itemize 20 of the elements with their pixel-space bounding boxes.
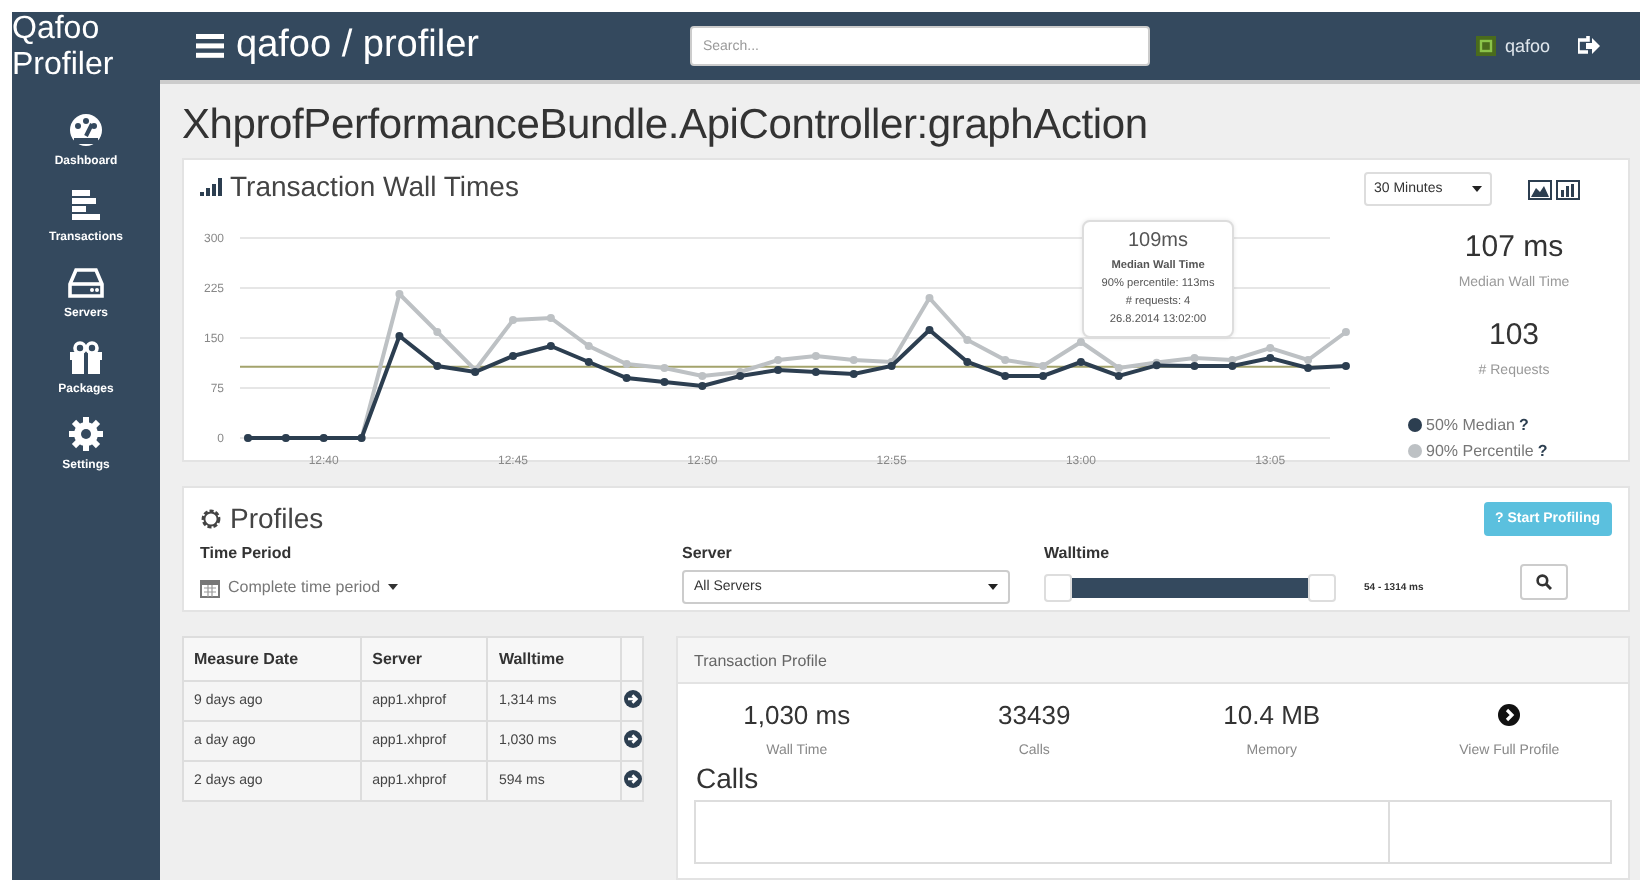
- field-label: Walltime: [1044, 544, 1112, 563]
- legend-label: 90% Percentile: [1426, 442, 1534, 460]
- stat-value: 103: [1488, 318, 1540, 352]
- app-title: qafoo / profiler: [236, 24, 479, 68]
- stat-value: 107 ms: [1464, 230, 1564, 264]
- page-title: XhprofPerformanceBundle.ApiController:graphAction: [182, 102, 1150, 150]
- column-header: Server: [361, 637, 488, 681]
- column-header: Measure Date: [183, 637, 362, 681]
- field-label: Time Period: [200, 544, 294, 563]
- field-label: Server: [682, 544, 734, 563]
- panel-title: Transaction Profile: [694, 651, 827, 669]
- legend-label: 50% Median: [1426, 416, 1515, 434]
- column-header: Walltime: [487, 637, 621, 681]
- stat-value: 10.4 MB: [1223, 700, 1321, 730]
- panel-title: Transaction Wall Times: [230, 170, 519, 202]
- stat-value: 1,030 ms: [743, 700, 851, 730]
- section-title: Calls: [696, 762, 761, 794]
- brand-name: Qafoo Profiler: [12, 12, 116, 84]
- panel-title: Profiles: [230, 502, 324, 535]
- stat-value: 33439: [998, 700, 1071, 730]
